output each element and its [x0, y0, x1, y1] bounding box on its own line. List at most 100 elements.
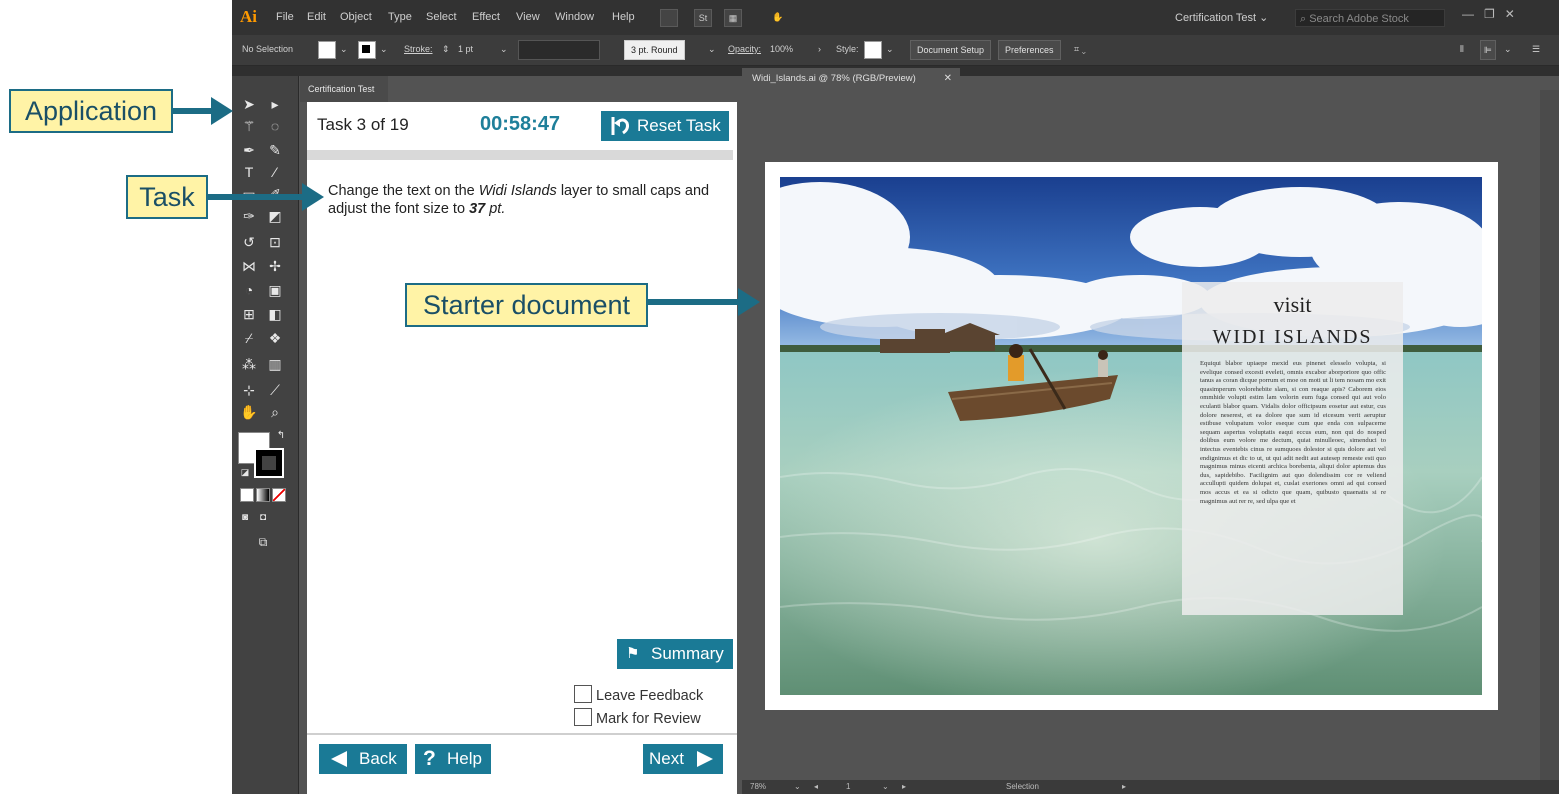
leave-feedback-checkbox[interactable]: Leave Feedback [574, 685, 703, 704]
shape-builder-tool-icon[interactable]: ◔ [238, 280, 260, 300]
graphic-style-swatch[interactable] [864, 41, 882, 59]
blend-tool-icon[interactable]: ❖ [264, 328, 286, 348]
pen-tool-icon[interactable]: ✒ [238, 140, 260, 160]
preferences-button[interactable]: Preferences [998, 40, 1061, 60]
zoom-level[interactable]: 78% [750, 782, 766, 791]
restore-icon[interactable]: ❐ [1484, 7, 1495, 21]
width-tool-icon[interactable]: ⋈ [238, 256, 260, 276]
certification-panel-tab[interactable]: Certification Test [300, 76, 388, 102]
chevron-down-icon[interactable]: ⌄ [886, 44, 894, 55]
opacity-value[interactable]: 100% [770, 44, 793, 54]
selection-status: No Selection [242, 44, 294, 54]
gradient-tool-icon[interactable]: ◧ [264, 304, 286, 324]
mark-review-checkbox[interactable]: Mark for Review [574, 708, 701, 727]
chevron-down-icon[interactable]: ⌄ [882, 782, 889, 791]
gradient-mode-icon[interactable] [256, 488, 270, 502]
brush-definition[interactable]: 3 pt. Round [624, 40, 685, 60]
menu-help[interactable]: Help [612, 11, 635, 23]
next-artboard-icon[interactable]: ▸ [902, 782, 906, 791]
menu-edit[interactable]: Edit [307, 11, 326, 23]
arrange-icon[interactable]: ⊫ [1480, 40, 1496, 60]
document-tab-title: Widi_Islands.ai @ 78% (RGB/Preview) [752, 73, 916, 84]
rotate-tool-icon[interactable]: ↺ [238, 232, 260, 252]
stroke-weight-value[interactable]: 1 pt [458, 44, 473, 54]
slice-tool-icon[interactable]: ⟋ [264, 380, 286, 400]
chevron-down-icon[interactable]: ⌄ [708, 44, 716, 55]
countdown-timer: 00:58:47 [480, 113, 561, 135]
widi-islands-text-frame[interactable]: visit WIDI ISLANDS Equiqui blabor upiaep… [1182, 282, 1403, 615]
back-button[interactable]: Back [319, 744, 407, 774]
symbol-sprayer-tool-icon[interactable]: ⁂ [238, 354, 260, 374]
window-controls: — ❐ ✕ [1462, 7, 1515, 21]
perspective-grid-tool-icon[interactable]: ▣ [264, 280, 286, 300]
arrange-documents-icon[interactable]: ▦ [724, 9, 742, 27]
menu-file[interactable]: File [276, 11, 294, 23]
artboard-tool-icon[interactable]: ⊹ [238, 380, 260, 400]
help-button[interactable]: ? Help [415, 744, 491, 774]
artboard-number[interactable]: 1 [846, 782, 850, 791]
puppet-warp-tool-icon[interactable]: ✢ [264, 256, 286, 276]
color-mode-icon[interactable] [240, 488, 254, 502]
direct-selection-tool-icon[interactable]: ▸ [264, 94, 286, 114]
selection-tool-icon[interactable]: ➤ [238, 94, 260, 114]
menu-type[interactable]: Type [388, 11, 412, 23]
document-setup-button[interactable]: Document Setup [910, 40, 992, 60]
none-mode-icon[interactable] [272, 488, 286, 502]
minimize-icon[interactable]: — [1462, 7, 1474, 21]
bridge-icon[interactable] [660, 9, 678, 27]
opacity-label[interactable]: Opacity: [728, 44, 761, 54]
chevron-down-icon[interactable]: ⌄ [794, 782, 801, 791]
menu-select[interactable]: Select [426, 11, 457, 23]
stroke-swatch[interactable] [358, 41, 376, 59]
chevron-down-icon[interactable]: ⌄ [380, 44, 388, 55]
stock-search-input[interactable]: ⌕ Search Adobe Stock [1295, 9, 1445, 27]
stock-icon[interactable]: St [694, 9, 712, 27]
default-colors-icon[interactable]: ◪ [234, 462, 256, 482]
hand-tool-icon[interactable]: ✋ [238, 402, 260, 422]
checkbox-box[interactable] [574, 708, 592, 726]
menu-list-icon[interactable]: ☰ [1532, 44, 1540, 55]
curvature-tool-icon[interactable]: ✎ [264, 140, 286, 160]
fill-swatch[interactable] [318, 41, 336, 59]
task-counter: Task 3 of 19 [317, 115, 409, 134]
menu-window[interactable]: Window [555, 11, 594, 23]
mesh-tool-icon[interactable]: ⊞ [238, 304, 260, 324]
chevron-down-icon[interactable]: ⌄ [500, 44, 508, 55]
eyedropper-tool-icon[interactable]: ⌿ [238, 328, 260, 348]
next-button[interactable]: Next [643, 744, 723, 774]
graph-tool-icon[interactable]: ▥ [264, 354, 286, 374]
chevron-right-icon[interactable]: › [818, 44, 821, 54]
reset-arrow-icon [611, 117, 629, 135]
previous-artboard-icon[interactable]: ◂ [814, 782, 818, 791]
chevron-down-icon[interactable]: ⌄ [1504, 44, 1512, 55]
swap-fill-stroke-icon[interactable]: ↰ [270, 426, 292, 446]
draw-behind-icon[interactable]: ◘ [252, 508, 274, 528]
stroke-stepper-icon[interactable]: ⇕ [442, 44, 450, 55]
zoom-tool-icon[interactable]: ⌕ [264, 402, 286, 422]
vertical-scrollbar[interactable] [1540, 90, 1559, 780]
magic-wand-tool-icon[interactable]: ⚚ [238, 116, 260, 136]
reset-task-button[interactable]: Reset Task [601, 111, 729, 141]
close-icon[interactable]: ✕ [1505, 7, 1515, 21]
close-icon[interactable]: ✕ [944, 68, 952, 90]
menu-effect[interactable]: Effect [472, 11, 500, 23]
document-tab[interactable]: Widi_Islands.ai @ 78% (RGB/Preview) ✕ [742, 68, 960, 90]
variable-width-profile[interactable] [518, 40, 600, 60]
summary-button[interactable]: ⚑ Summary [617, 639, 733, 669]
workspace-switcher[interactable]: Certification Test ⌄ [1175, 11, 1268, 24]
type-tool-icon[interactable]: T [238, 162, 260, 182]
lasso-tool-icon[interactable]: ◌ [264, 116, 286, 136]
checkbox-box[interactable] [574, 685, 592, 703]
chevron-down-icon[interactable]: ⌄ [340, 44, 348, 55]
scale-tool-icon[interactable]: ⊡ [264, 232, 286, 252]
menu-view[interactable]: View [516, 11, 540, 23]
screen-mode-icon[interactable]: ⧉ [252, 532, 274, 552]
stroke-label[interactable]: Stroke: [404, 44, 433, 54]
menu-object[interactable]: Object [340, 11, 372, 23]
question-icon: ? [423, 747, 436, 770]
select-similar-icon[interactable]: ⌗ ⌄ [1074, 44, 1086, 55]
line-tool-icon[interactable]: ⁄ [264, 162, 286, 182]
status-menu-icon[interactable]: ▸ [1122, 782, 1126, 791]
gpu-performance-icon[interactable]: ✋ [770, 9, 786, 25]
panel-toggle-icon[interactable]: ⫴ [1460, 44, 1464, 55]
